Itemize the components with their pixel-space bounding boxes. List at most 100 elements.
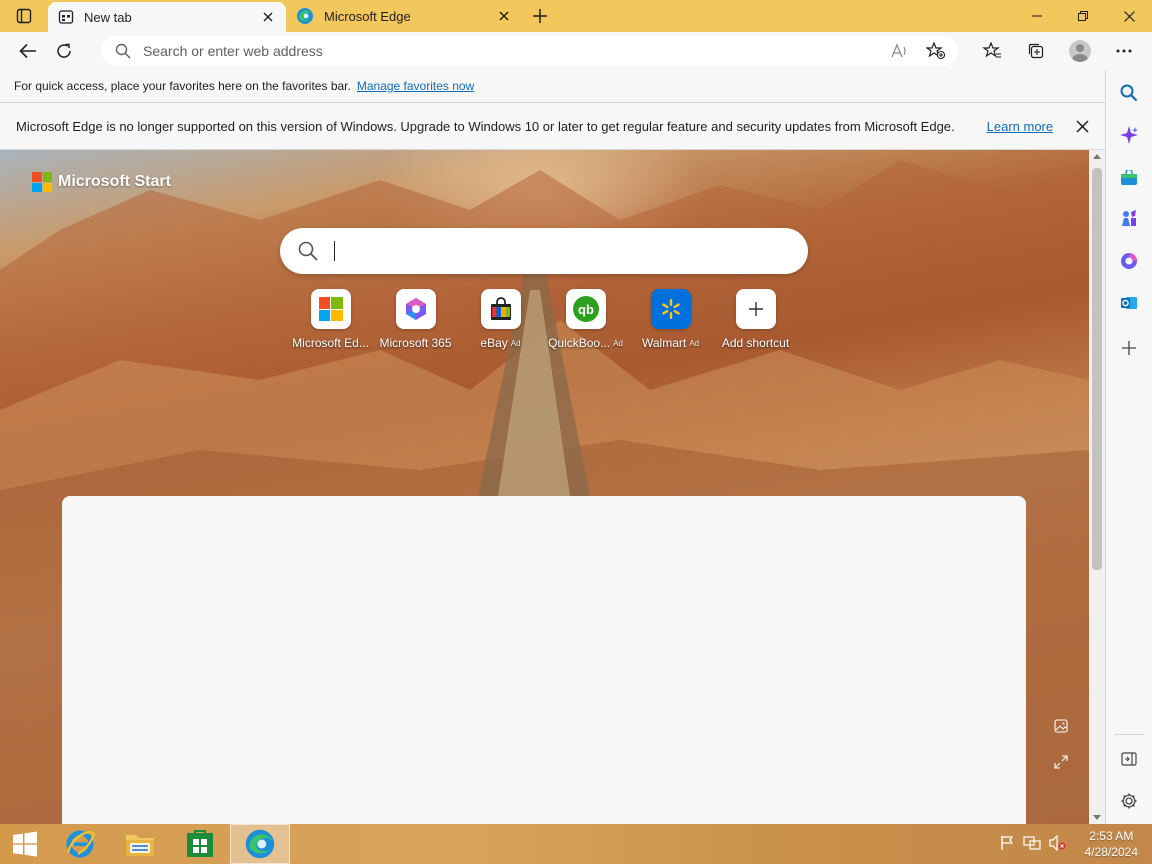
shortcut-name: QuickBoo... [548, 336, 611, 350]
read-aloud-icon [891, 43, 906, 58]
folder-icon [126, 835, 154, 856]
shortcut-microsoft-edge[interactable]: Microsoft Ed... [288, 289, 373, 350]
taskbar-microsoft-edge[interactable] [230, 824, 290, 864]
address-input[interactable] [143, 37, 886, 65]
minimize-button[interactable] [1014, 0, 1060, 32]
expand-button[interactable] [1050, 751, 1072, 773]
close-tab-button[interactable] [496, 8, 512, 24]
shortcut-name: eBay [480, 336, 508, 350]
shortcut-microsoft-365[interactable]: Microsoft 365 [373, 289, 458, 350]
favorites-bar: For quick access, place your favorites h… [0, 70, 1105, 102]
microsoft-logo-icon [318, 297, 343, 321]
new-tab-button[interactable] [522, 0, 558, 32]
tab-strip: New tab Microsoft Edge [0, 0, 1152, 32]
shortcut-name: Add shortcut [721, 336, 790, 350]
close-icon [1123, 10, 1135, 22]
shortcut-walmart[interactable]: Walmart Ad [628, 289, 713, 350]
dismiss-infobar-button[interactable] [1071, 115, 1093, 137]
content-feed-panel [62, 496, 1026, 824]
edge-sidebar [1105, 70, 1152, 824]
svg-text:qb: qb [578, 302, 594, 317]
back-button[interactable] [10, 35, 46, 67]
shortcut-ebay[interactable]: eBay Ad [458, 289, 543, 350]
network-icon[interactable] [1023, 835, 1041, 854]
scroll-thumb[interactable] [1092, 168, 1102, 570]
edge-logo-icon [245, 829, 275, 859]
hide-sidebar-button[interactable] [1118, 748, 1140, 770]
tab-title: New tab [84, 9, 132, 25]
shopping-bag-icon [1121, 170, 1137, 185]
close-window-button[interactable] [1106, 0, 1152, 32]
sidebar-copilot-button[interactable] [1118, 124, 1140, 146]
learn-more-link[interactable]: Learn more [987, 119, 1053, 134]
shortcut-quickbooks[interactable]: qb QuickBoo... Ad [543, 289, 628, 350]
address-bar[interactable] [101, 36, 958, 66]
sidebar-shopping-button[interactable] [1118, 167, 1140, 189]
tab-actions-icon [16, 8, 32, 24]
windows-taskbar: 2:53 AM 4/28/2024 [0, 824, 1152, 864]
search-icon [1120, 84, 1138, 102]
taskbar-file-explorer[interactable] [110, 824, 170, 864]
taskbar-clock[interactable]: 2:53 AM 4/28/2024 [1085, 828, 1138, 860]
navigation-toolbar [0, 32, 1152, 70]
gear-icon [1121, 793, 1137, 809]
favorites-button[interactable] [970, 32, 1014, 70]
shortcut-label: Add shortcut [722, 336, 789, 350]
web-search-input[interactable] [337, 236, 777, 266]
quick-links: Microsoft Ed... Microsoft 365 eBay Ad qb … [288, 289, 798, 350]
newtab-page-icon [58, 10, 74, 24]
minimize-icon [1032, 15, 1042, 17]
plus-icon [1122, 341, 1136, 355]
action-center-flag-icon[interactable] [999, 835, 1015, 854]
plus-icon [748, 302, 763, 316]
sidebar-outlook-button[interactable] [1118, 292, 1140, 314]
manage-favorites-link[interactable]: Manage favorites now [357, 79, 474, 93]
refresh-button[interactable] [46, 35, 82, 67]
shortcut-add[interactable]: Add shortcut [713, 289, 798, 350]
sidebar-settings-button[interactable] [1118, 790, 1140, 812]
tab-microsoft-edge[interactable]: Microsoft Edge [286, 0, 522, 32]
start-button[interactable] [0, 824, 50, 864]
microsoft-logo-icon [32, 172, 52, 192]
ad-badge: Ad [510, 338, 521, 348]
new-tab-page: Microsoft Start Microsoft Ed... Microsof… [0, 150, 1089, 824]
web-search-box[interactable] [280, 228, 808, 274]
close-icon [263, 12, 273, 22]
restore-button[interactable] [1060, 0, 1106, 32]
taskbar-store[interactable] [170, 824, 230, 864]
microsoft-start-brand[interactable]: Microsoft Start [32, 172, 171, 192]
sidebar-search-button[interactable] [1118, 82, 1140, 104]
windows-logo-icon [13, 831, 37, 857]
collections-button[interactable] [1014, 32, 1058, 70]
read-aloud-button[interactable] [886, 37, 914, 65]
close-tab-button[interactable] [260, 9, 276, 25]
volume-muted-icon[interactable] [1049, 834, 1067, 854]
quickbooks-icon: qb [572, 296, 599, 322]
search-icon [298, 241, 318, 261]
sidebar-add-button[interactable] [1118, 337, 1140, 359]
tab-actions-button[interactable] [0, 0, 48, 32]
tools-pawn-icon [1122, 210, 1136, 226]
tab-title: Microsoft Edge [324, 8, 411, 24]
profile-button[interactable] [1058, 32, 1102, 70]
sidebar-tools-button[interactable] [1118, 207, 1140, 229]
microsoft-365-icon [1121, 253, 1137, 269]
settings-more-button[interactable] [1102, 32, 1146, 70]
microsoft-365-icon [405, 298, 426, 320]
outlook-icon [1121, 297, 1137, 309]
tab-new-tab[interactable]: New tab [48, 2, 286, 32]
scroll-down-arrow-icon[interactable] [1093, 815, 1101, 820]
sidebar-office-button[interactable] [1118, 250, 1140, 272]
shortcut-label: Microsoft Ed... [292, 336, 369, 350]
shortcut-label: eBay Ad [480, 336, 520, 350]
scroll-up-arrow-icon[interactable] [1093, 154, 1101, 159]
collections-icon [1028, 43, 1044, 59]
page-scrollbar[interactable] [1089, 150, 1105, 824]
shortcut-label: QuickBoo... Ad [548, 336, 623, 350]
background-info-button[interactable] [1050, 715, 1072, 737]
taskbar-internet-explorer[interactable] [50, 824, 110, 864]
system-tray: 2:53 AM 4/28/2024 [999, 824, 1152, 864]
add-favorite-button[interactable] [922, 37, 950, 65]
search-icon [115, 43, 131, 59]
copilot-sparkle-icon [1120, 126, 1138, 144]
